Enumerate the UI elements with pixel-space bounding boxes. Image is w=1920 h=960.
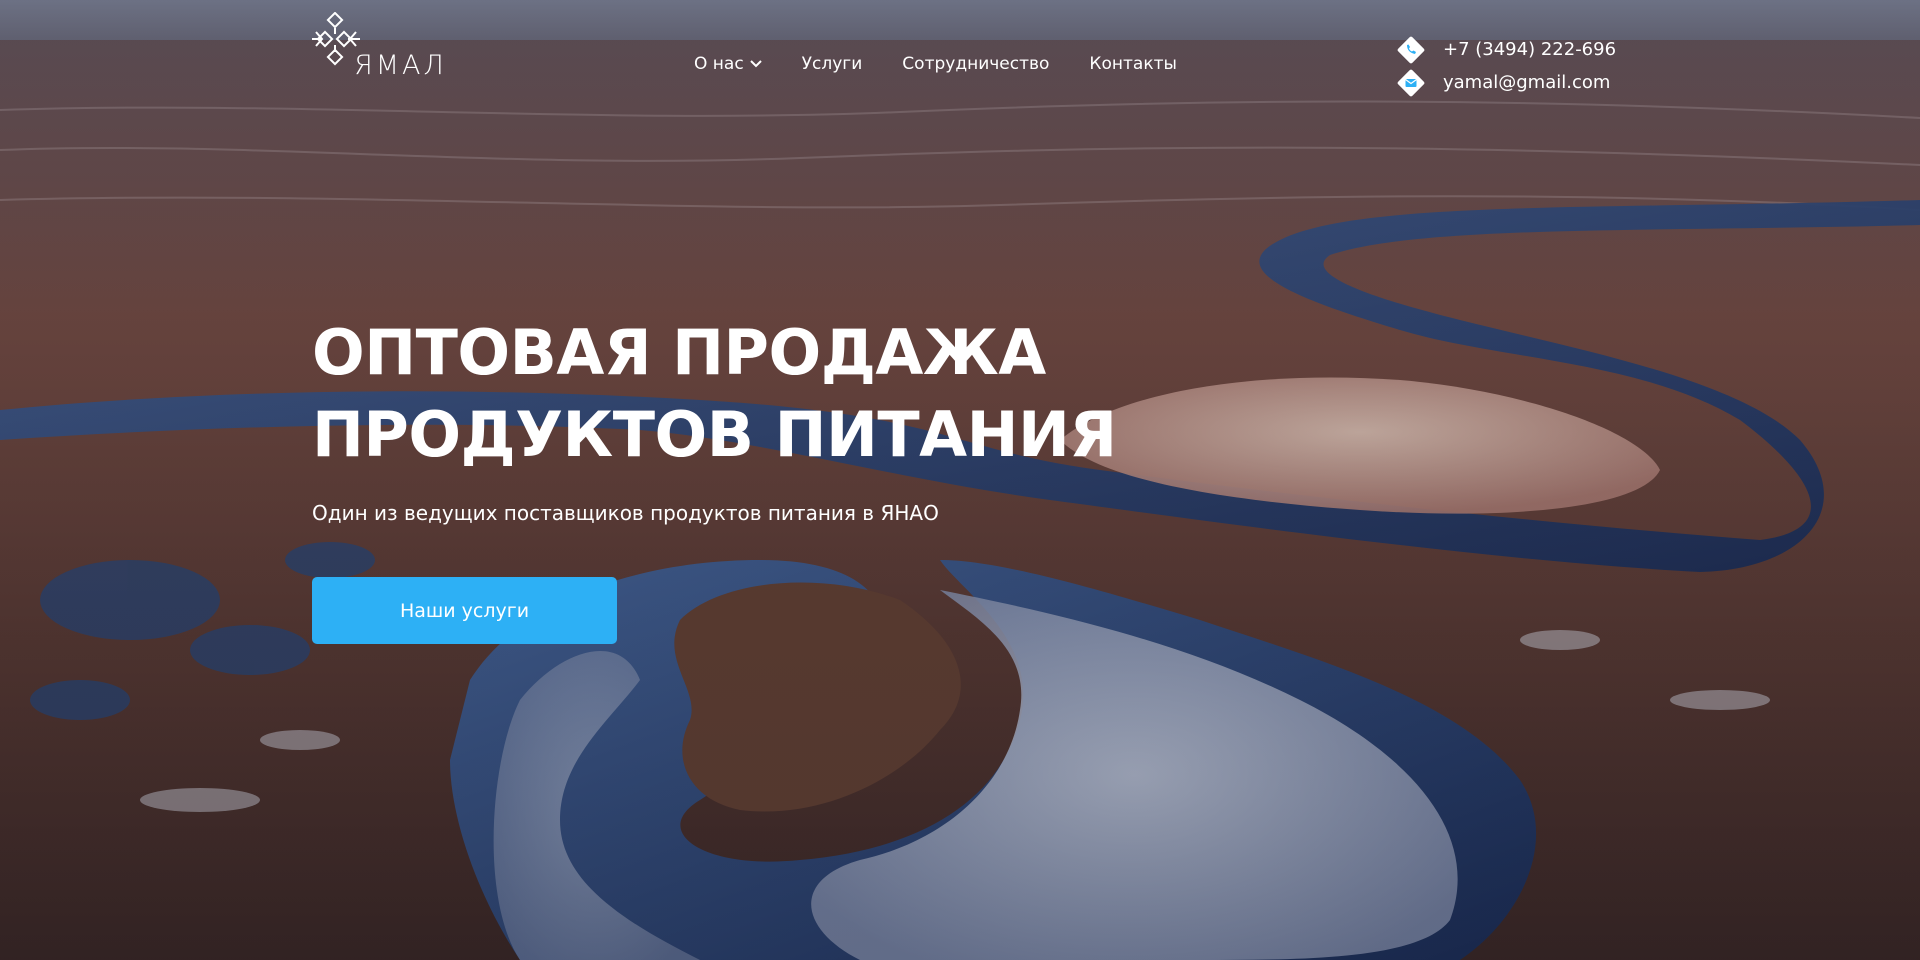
site-header: ЯМАЛ О нас Услуги Сотрудничество Контакт…: [0, 0, 1920, 100]
nav-item-label: Услуги: [801, 54, 863, 74]
hero-title: ОПТОВАЯ ПРОДАЖА ПРОДУКТОВ ПИТАНИЯ: [312, 312, 1117, 476]
hero-subtitle: Один из ведущих поставщиков продуктов пи…: [312, 501, 939, 525]
logo-text[interactable]: ЯМАЛ: [354, 50, 447, 81]
phone-number[interactable]: +7 (3494) 222-696: [1443, 39, 1616, 60]
nav-item-contacts[interactable]: Контакты: [1089, 54, 1177, 74]
nav-item-services[interactable]: Услуги: [802, 54, 863, 74]
email-contact[interactable]: yamal@gmail.com: [1395, 66, 1616, 99]
main-nav: О нас Услуги Сотрудничество Контакты: [694, 54, 1217, 74]
nav-item-about[interactable]: О нас: [694, 54, 762, 74]
hero-section: ЯМАЛ О нас Услуги Сотрудничество Контакт…: [0, 0, 1920, 960]
nav-item-cooperation[interactable]: Сотрудничество: [902, 54, 1049, 74]
chevron-down-icon: [749, 60, 762, 68]
our-services-button[interactable]: Наши услуги: [312, 577, 617, 644]
header-contacts: +7 (3494) 222-696 yamal@gmail.com: [1395, 33, 1616, 99]
phone-icon: [1395, 34, 1427, 66]
hero-title-line-1: ОПТОВАЯ ПРОДАЖА: [312, 316, 1046, 389]
nav-item-label: О нас: [694, 54, 744, 74]
mail-icon: [1395, 67, 1427, 99]
nav-item-label: Сотрудничество: [902, 54, 1050, 74]
hero-overlay: [0, 0, 1920, 960]
hero-title-line-2: ПРОДУКТОВ ПИТАНИЯ: [312, 398, 1117, 471]
nav-item-label: Контакты: [1089, 54, 1177, 74]
email-address[interactable]: yamal@gmail.com: [1443, 72, 1610, 93]
phone-contact[interactable]: +7 (3494) 222-696: [1395, 33, 1616, 66]
